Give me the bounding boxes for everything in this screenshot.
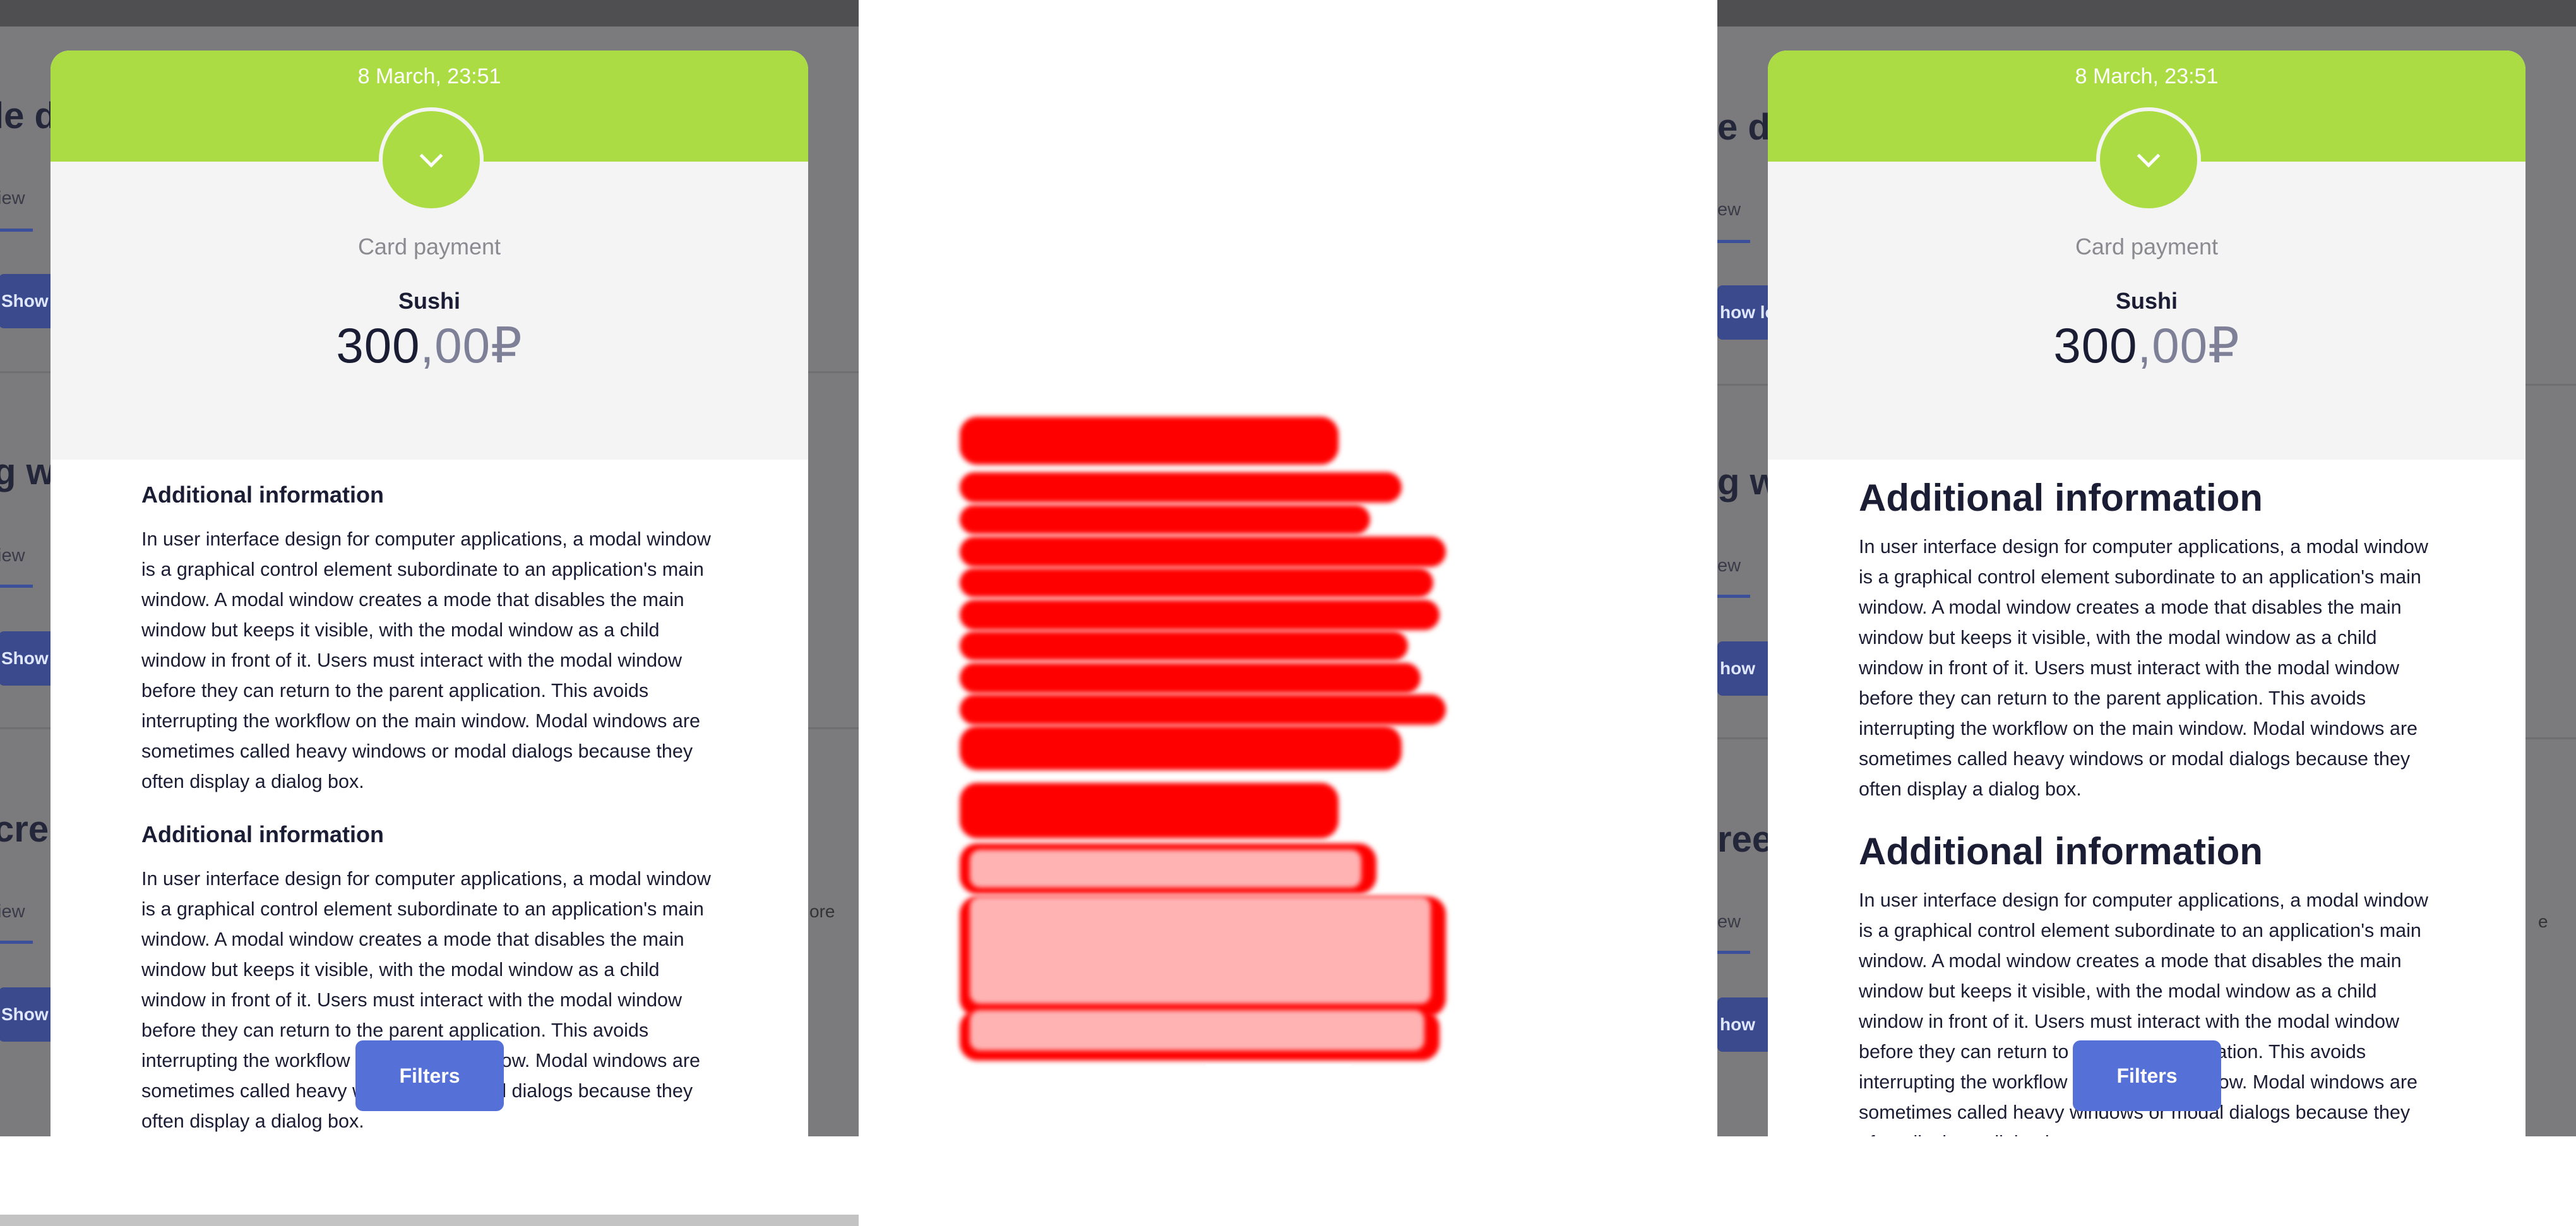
background-title: g w [0, 451, 55, 492]
background-tab[interactable]: iew [0, 188, 25, 209]
background-tab[interactable]: iew [0, 545, 25, 566]
amount-decimal: 00 [2152, 318, 2208, 373]
amount-decimal: 00 [434, 318, 491, 373]
section-heading: Additional information [141, 482, 384, 508]
redaction-block [960, 600, 1440, 630]
redaction-block [960, 505, 1370, 534]
tab-underline [1717, 240, 1750, 243]
redaction-inner [970, 896, 1431, 1004]
payment-method: Card payment [2075, 234, 2219, 259]
redaction-block [960, 417, 1339, 465]
chevron-down-icon [419, 144, 443, 168]
diff-gap [1206, 1064, 1351, 1140]
redaction-block [960, 726, 1402, 770]
amount-integer: 300 [336, 318, 420, 373]
transaction-date: 8 March, 23:51 [2075, 64, 2219, 88]
modal-content: Additional information In user interface… [141, 429, 722, 1136]
merchant-name: Sushi [398, 288, 460, 314]
transaction-amount: 300,00₽ [51, 317, 808, 374]
left-panel: le di iew Show g w iew Show cre iew Show… [0, 0, 859, 1136]
filters-button[interactable]: Filters [2073, 1040, 2221, 1111]
redaction-block [960, 472, 1402, 503]
top-bar [1717, 0, 2576, 27]
modal-content: Additional information In user interface… [1859, 429, 2440, 1136]
redaction-inner [970, 1010, 1424, 1050]
redaction-block [960, 663, 1421, 693]
transaction-date: 8 March, 23:51 [357, 64, 501, 88]
transaction-modal: 8 March, 23:51 Card payment Sushi 300,00… [1768, 51, 2525, 1136]
background-tab[interactable]: iew [0, 902, 25, 922]
tab-underline [1717, 595, 1750, 598]
amount-separator: , [420, 318, 435, 373]
filters-button[interactable]: Filters [355, 1040, 504, 1111]
amount-integer: 300 [2053, 318, 2138, 373]
redaction-block [960, 694, 1446, 725]
redaction-inner [970, 850, 1361, 888]
top-bar [0, 0, 859, 27]
section-heading: Additional information [1859, 830, 2263, 872]
section-body: In user interface design for computer ap… [1859, 536, 2428, 800]
payment-method: Card payment [357, 234, 501, 259]
diff-panel [859, 0, 1717, 1226]
section-heading: Additional information [141, 821, 384, 847]
background-title: cre [0, 809, 49, 850]
background-tab[interactable]: ew [1717, 556, 1741, 576]
tab-underline [0, 585, 33, 588]
tab-underline [1717, 951, 1750, 954]
transaction-amount: 300,00₽ [1768, 317, 2525, 374]
redaction-block [960, 568, 1433, 597]
background-more-link[interactable]: e [2538, 912, 2548, 932]
transaction-modal: 8 March, 23:51 Card payment Sushi 300,00… [51, 51, 808, 1136]
collapse-button[interactable] [379, 107, 484, 212]
background-tab[interactable]: ew [1717, 199, 1741, 220]
chevron-down-icon [2137, 144, 2161, 168]
background-tab[interactable]: ew [1717, 912, 1741, 932]
tab-underline [0, 229, 33, 232]
redaction-block [960, 631, 1408, 660]
section-heading: Additional information [1859, 477, 2263, 519]
right-panel: e dia ew how lo g wit ew how reen ew how… [1717, 0, 2576, 1136]
amount-separator: , [2137, 318, 2152, 373]
horizontal-scrollbar[interactable] [0, 1215, 859, 1226]
background-more-link[interactable]: ore [809, 902, 835, 922]
collapse-button[interactable] [2096, 107, 2201, 212]
currency-symbol: ₽ [2207, 318, 2240, 373]
redaction-block [960, 783, 1339, 838]
section-body: In user interface design for computer ap… [141, 528, 711, 792]
tab-underline [0, 941, 33, 944]
merchant-name: Sushi [2115, 288, 2178, 314]
redaction-block [960, 537, 1446, 567]
currency-symbol: ₽ [490, 318, 523, 373]
